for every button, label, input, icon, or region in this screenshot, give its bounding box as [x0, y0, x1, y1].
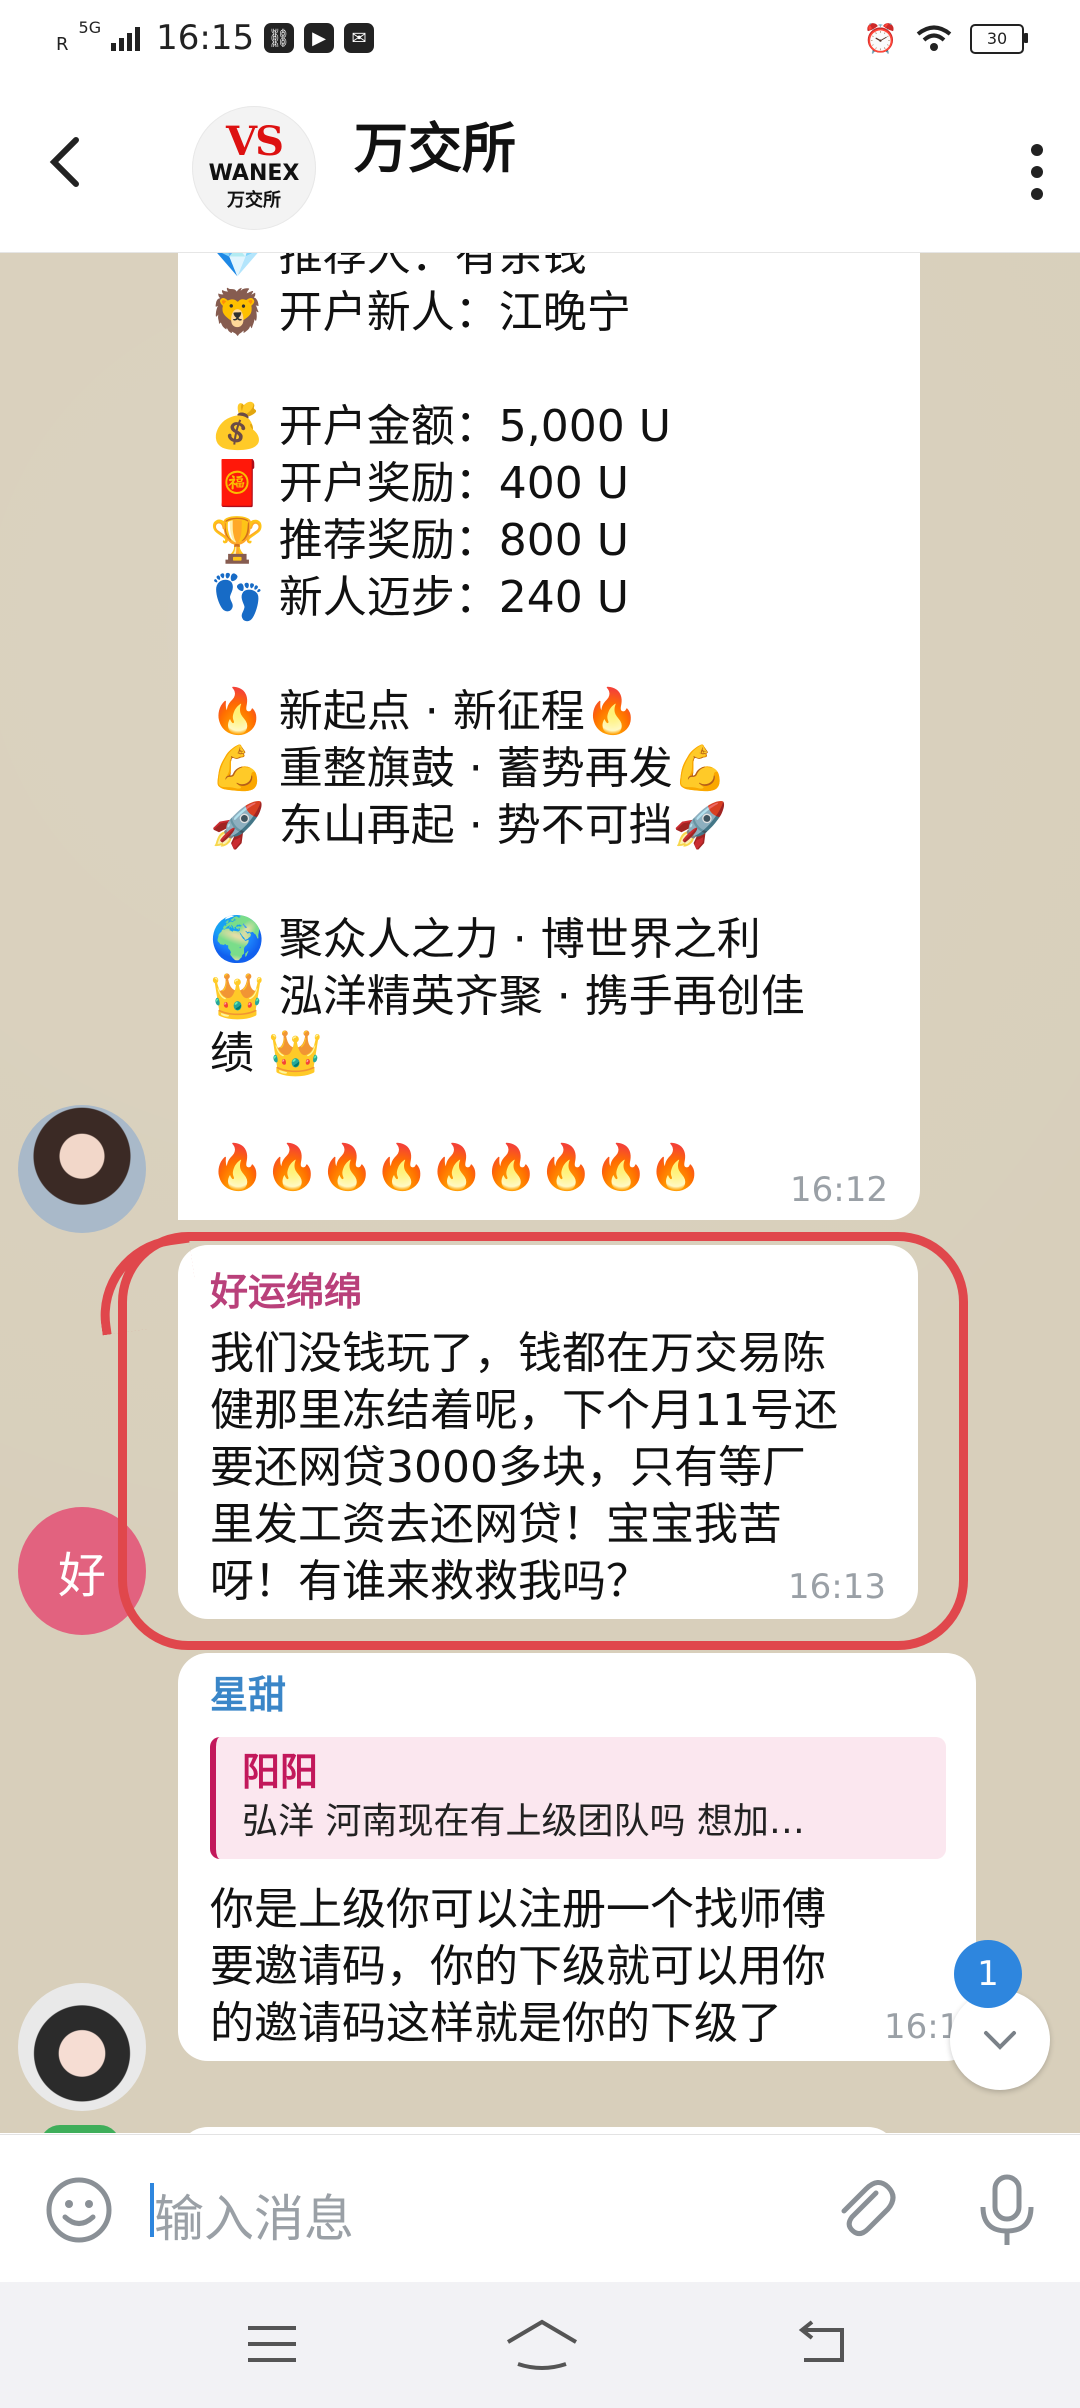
alarm-icon: ⏰ [863, 22, 898, 55]
announcement-line: 🌍 聚众人之力 · 博世界之利 [210, 914, 761, 965]
announcement-line: 🚀 东山再起 · 势不可挡🚀 [210, 800, 728, 851]
announcement-line [210, 626, 890, 683]
message-bubble-announcement[interactable]: 💎 推荐人：有余钱 🦁 开户新人：江晚宁 💰 开户金额：5,000 U 🧧 开户… [178, 253, 920, 1220]
sender-avatar-illustration[interactable] [18, 1983, 146, 2111]
chat-area[interactable]: 💎 推荐人：有余钱 🦁 开户新人：江晚宁 💰 开户金额：5,000 U 🧧 开户… [0, 253, 1080, 2133]
announcement-line: 🦁 开户新人：江晚宁 [210, 287, 631, 338]
announcement-line: 👣 新人迈步：240 U [210, 572, 629, 623]
message-input[interactable]: 输入消息 [154, 2179, 354, 2251]
logo-text-en: WANEX [208, 161, 300, 186]
sender-name[interactable]: 星甜 [210, 1669, 946, 1721]
chat-header: VS WANEX 万交所 万交所 [0, 84, 1080, 253]
clock: 16:15 [156, 18, 255, 58]
message-time: 16:12 [790, 1170, 888, 1210]
back-arrow-icon[interactable] [44, 134, 84, 201]
battery-level: 30 [986, 29, 1008, 48]
message-bubble-reply[interactable]: 星甜 阳阳 弘洋 河南现在有上级团队吗 想加… 你是上级你可以注册一个找师傅 要… [178, 1653, 982, 2061]
quoted-message[interactable]: 阳阳 弘洋 河南现在有上级团队吗 想加… [210, 1737, 946, 1859]
menu-icon[interactable] [240, 2316, 304, 2372]
logo-mark: VS [226, 118, 284, 165]
announcement-line [210, 1082, 890, 1139]
chevron-down-icon [984, 2031, 1016, 2050]
unread-count-badge: 1 [954, 1940, 1022, 2008]
announcement-lines: 💎 推荐人：有余钱 🦁 开户新人：江晚宁 💰 开户金额：5,000 U 🧧 开户… [210, 253, 890, 1196]
announcement-line: 💰 开户金额：5,000 U [210, 401, 671, 452]
attachment-icon[interactable] [828, 2173, 902, 2247]
announcement-line: 💪 重整旗鼓 · 蓄势再发💪 [210, 743, 728, 794]
sender-avatar-photo[interactable] [18, 1105, 146, 1233]
logo-text-cn: 万交所 [227, 190, 281, 211]
annotation-highlight-circle [118, 1232, 968, 1650]
back-nav-icon[interactable] [790, 2316, 854, 2372]
message-text: 你是上级你可以注册一个找师傅 要邀请码，你的下级就可以用你 的邀请码这样就是你的… [210, 1881, 946, 2052]
signal-icon [111, 25, 141, 51]
more-options-icon[interactable] [1030, 144, 1044, 200]
announcement-line [210, 854, 890, 911]
emoji-icon[interactable] [44, 2175, 114, 2245]
announcement-line: 🔥 新起点 · 新征程🔥 [210, 686, 640, 737]
system-nav-bar [0, 2282, 1080, 2408]
announcement-line: 绩 👑 [210, 1028, 323, 1079]
status-right: ⏰ 30 [863, 22, 1028, 55]
link-app-icon: ⛓ [264, 23, 295, 53]
announcement-line: 🏆 推荐奖励：800 U [210, 515, 629, 566]
partial-avatar [40, 2125, 120, 2133]
status-bar: R 5G 16:15 ⛓ ▶ ✉ ⏰ 30 [0, 0, 1080, 84]
message-line: 要邀请码，你的下级就可以用你 [210, 1941, 826, 1992]
wifi-icon [916, 25, 952, 51]
microphone-icon[interactable] [970, 2171, 1044, 2251]
message-bubble-partial[interactable] [178, 2127, 898, 2133]
network-type: 5G [78, 18, 102, 37]
announcement-line: 🔥🔥🔥🔥🔥🔥🔥🔥🔥 [210, 1142, 704, 1193]
announcement-line: 👑 泓洋精英齐聚 · 携手再创佳 [210, 971, 805, 1022]
quoted-text: 弘洋 河南现在有上级团队吗 想加… [242, 1801, 805, 1842]
battery-icon: 30 [970, 23, 1028, 54]
message-app-icon: ✉ [344, 23, 375, 53]
status-left: R 5G 16:15 ⛓ ▶ ✉ [56, 18, 375, 58]
announcement-line [210, 341, 890, 398]
quoted-sender: 阳阳 [242, 1750, 319, 1794]
annotation-highlight-tail [90, 1233, 201, 1336]
message-line: 你是上级你可以注册一个找师傅 [210, 1884, 826, 1935]
home-icon[interactable] [504, 2316, 580, 2372]
message-line: 的邀请码这样就是你的下级了 [210, 1998, 782, 2049]
chat-title[interactable]: 万交所 [354, 104, 516, 183]
video-app-icon: ▶ [304, 23, 335, 53]
avatar-letter: 好 [57, 1548, 106, 1604]
network-label: R [56, 33, 69, 55]
announcement-line: 🧧 开户奖励：400 U [210, 458, 629, 509]
group-avatar[interactable]: VS WANEX 万交所 [192, 106, 316, 230]
message-input-bar: 输入消息 [0, 2134, 1080, 2283]
announcement-line: 💎 推荐人：有余钱 [210, 253, 587, 281]
